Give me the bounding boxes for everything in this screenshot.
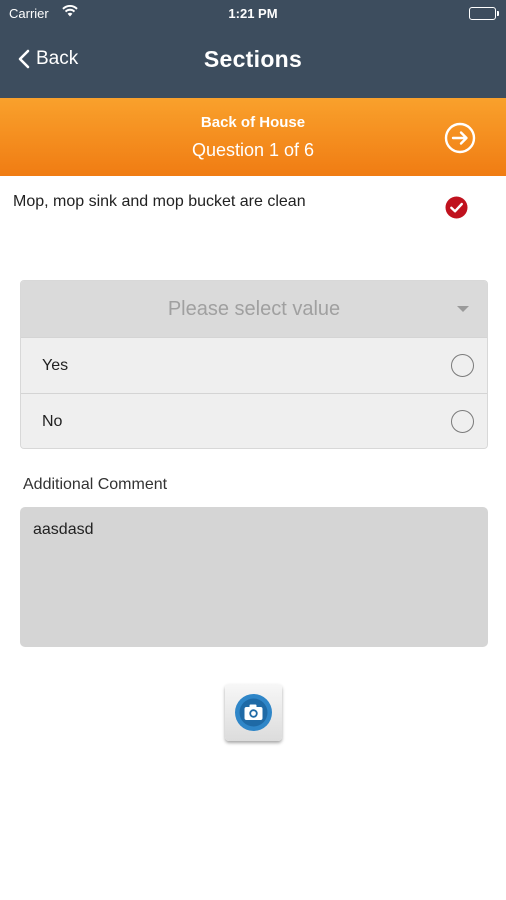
option-label: Yes [42,357,69,374]
camera-icon [235,694,272,731]
radio-button[interactable] [451,410,474,433]
question-header: Back of House Question 1 of 6 [0,98,506,176]
option-no[interactable]: No [21,393,487,448]
next-question-button[interactable] [444,122,476,154]
camera-button[interactable] [225,684,282,741]
option-yes[interactable]: Yes [21,337,487,393]
radio-button[interactable] [451,354,474,377]
section-name: Back of House [200,114,306,131]
comment-textarea[interactable]: aasdasd [20,507,488,647]
option-label: No [42,413,63,430]
question-progress: Question 1 of 6 [191,140,315,160]
value-dropdown[interactable]: Please select value [21,281,487,337]
answer-select: Please select value Yes No [20,280,488,449]
battery-icon [469,7,499,20]
caret-down-icon [457,306,469,312]
page-title: Sections [203,46,303,72]
check-circle-icon [445,196,468,219]
comment-label: Additional Comment [23,476,168,493]
navigation-bar: Back Sections [0,26,506,98]
clock: 1:21 PM [228,6,278,21]
arrow-right-circle-icon [444,122,476,154]
question-text: Mop, mop sink and mop bucket are clean [13,193,306,210]
status-bar: Carrier 1:21 PM [0,0,506,26]
dropdown-placeholder: Please select value [167,298,341,320]
